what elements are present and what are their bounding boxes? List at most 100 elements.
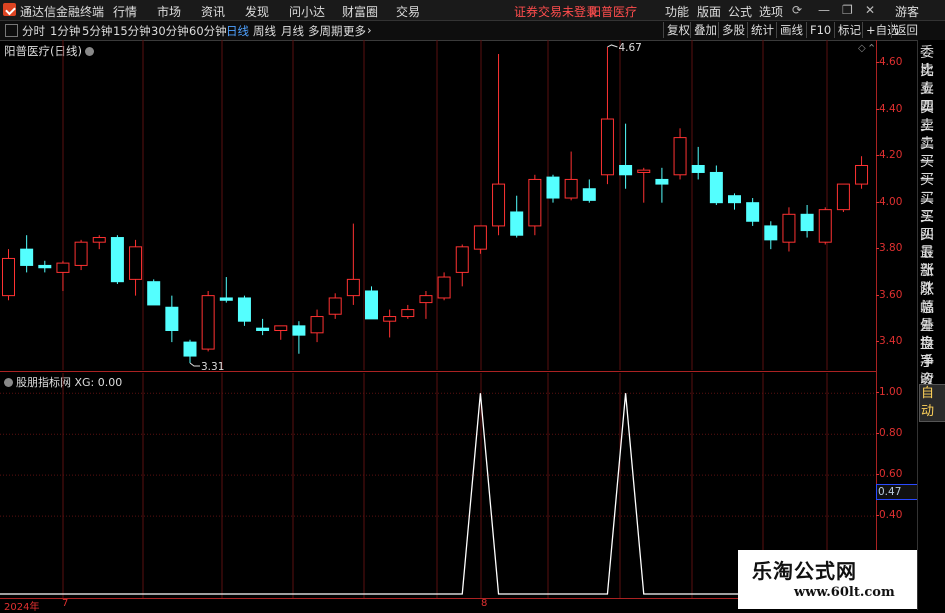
candle[interactable] [709,165,723,205]
tool-button-8[interactable]: 返回 [891,22,921,38]
right-menu-item-2[interactable]: 公式 [728,3,752,20]
price-tick-label: 3.80 [875,242,903,255]
candle[interactable] [38,260,52,273]
period-toolbar: 分时 1分钟 5分钟 15分钟 30分钟 60分钟 日线 周线 月线 多周期 更多 › 复权 叠加 多股 统计… [0,21,945,41]
x-label-month-7: 7 [62,598,69,609]
period-tab-5[interactable]: 60分钟 [189,23,227,39]
menu-item-6[interactable]: 交易 [396,3,420,20]
candle[interactable] [237,295,251,326]
right-menu-item-3[interactable]: 选项 [759,3,783,20]
high-marker [607,44,618,48]
menu-item-4[interactable]: 问小达 [289,3,325,20]
menu-item-5[interactable]: 财富圈 [342,3,378,20]
restore-icon[interactable]: ❐ [842,3,853,17]
candle[interactable] [437,272,451,301]
candle[interactable] [165,295,179,343]
period-tab-2[interactable]: 5分钟 [82,23,112,39]
chevron-right-icon[interactable]: › [367,23,372,37]
candle[interactable] [746,198,760,226]
tool-button-2[interactable]: 多股 [718,22,748,38]
candle[interactable] [129,239,143,296]
refresh-icon[interactable]: ⟳ [792,3,802,17]
period-tab-3[interactable]: 15分钟 [113,23,151,39]
candle[interactable] [274,325,288,340]
menu-item-1[interactable]: 市场 [157,3,181,20]
quote-panel: 委比卖五卖四卖三卖二卖一买一买二买三买四买五最新涨跌涨幅总量外盘换手净资收益自动 [917,40,945,610]
candle[interactable] [600,46,614,185]
indicator-tick-label: 0.40 [875,509,903,522]
candle[interactable] [473,225,487,254]
tool-button-1[interactable]: 叠加 [690,22,720,38]
candle[interactable] [201,290,215,352]
candle[interactable] [328,293,342,319]
candle[interactable] [256,318,270,336]
candle[interactable] [510,195,524,238]
indicator-tick-label: 0.80 [875,427,903,440]
candle[interactable] [691,146,705,180]
right-menu-item-1[interactable]: 版面 [697,3,721,20]
trade-login-warning[interactable]: 证券交易未登录 [514,3,598,20]
candle[interactable] [419,290,433,319]
candle[interactable] [74,239,88,271]
layout-toggle-icon[interactable] [5,24,18,37]
candle[interactable] [310,309,324,343]
candle[interactable] [183,339,197,364]
guest-user[interactable]: 游客 [895,3,919,20]
tool-button-4[interactable]: 画线 [776,22,806,38]
candle[interactable] [92,235,106,250]
auto-button[interactable]: 自动 [919,384,945,422]
candle[interactable] [2,249,15,301]
period-tab-10[interactable]: 更多 [343,23,366,39]
menu-item-0[interactable]: 行情 [113,3,137,20]
candle[interactable] [582,179,596,203]
price-tick-label: 4.20 [875,149,903,162]
period-tab-0[interactable]: 分时 [22,23,45,39]
watermark: 乐淘公式网 www.60lt.com [738,550,917,609]
candle[interactable] [546,174,560,203]
candle[interactable] [673,128,687,180]
candle[interactable] [455,244,469,287]
candle[interactable] [782,207,796,252]
period-tab-8[interactable]: 月线 [281,23,304,39]
candle[interactable] [637,167,651,203]
candle[interactable] [800,205,814,238]
candle[interactable] [110,235,124,285]
period-tab-9[interactable]: 多周期 [308,23,343,39]
candle[interactable] [401,304,415,319]
period-tab-6[interactable]: 日线 [226,23,249,39]
candle[interactable] [528,174,542,236]
tool-button-0[interactable]: 复权 [663,22,693,38]
tool-button-5[interactable]: F10 [806,22,834,38]
price-axis: 4.60 4.40 4.20 4.00 3.80 3.60 3.40 1.00 0.80 0.60… [875,40,917,600]
candle[interactable] [383,309,397,338]
candle[interactable] [492,53,506,236]
price-tick-label: 4.60 [875,56,903,69]
current-stock-name: 阳普医疗 [589,5,638,19]
candle[interactable] [836,183,850,212]
period-tab-1[interactable]: 1分钟 [50,23,80,39]
candle[interactable] [619,123,633,189]
menu-item-3[interactable]: 发现 [245,3,269,20]
close-icon[interactable]: ✕ [865,3,875,17]
tool-button-3[interactable]: 统计 [747,22,777,38]
candle[interactable] [655,167,669,203]
tool-button-6[interactable]: 标记 [834,22,864,38]
candle[interactable] [365,286,378,320]
candle[interactable] [564,151,578,201]
period-tab-7[interactable]: 周线 [253,23,276,39]
candlestick-chart[interactable]: 4.67 3.31 [0,40,876,370]
candle[interactable] [818,207,832,245]
candle[interactable] [20,235,34,273]
candle[interactable] [764,221,778,250]
candle[interactable] [56,260,70,291]
watermark-title: 乐淘公式网 [752,559,857,583]
menu-item-2[interactable]: 资讯 [201,3,225,20]
right-menu-item-0[interactable]: 功能 [665,3,689,20]
candle[interactable] [728,193,741,210]
candle[interactable] [147,279,161,306]
candle[interactable] [855,156,869,189]
period-tab-4[interactable]: 30分钟 [151,23,189,39]
candle[interactable] [346,223,360,305]
candle[interactable] [292,321,306,354]
minimize-icon[interactable]: — [818,3,830,17]
